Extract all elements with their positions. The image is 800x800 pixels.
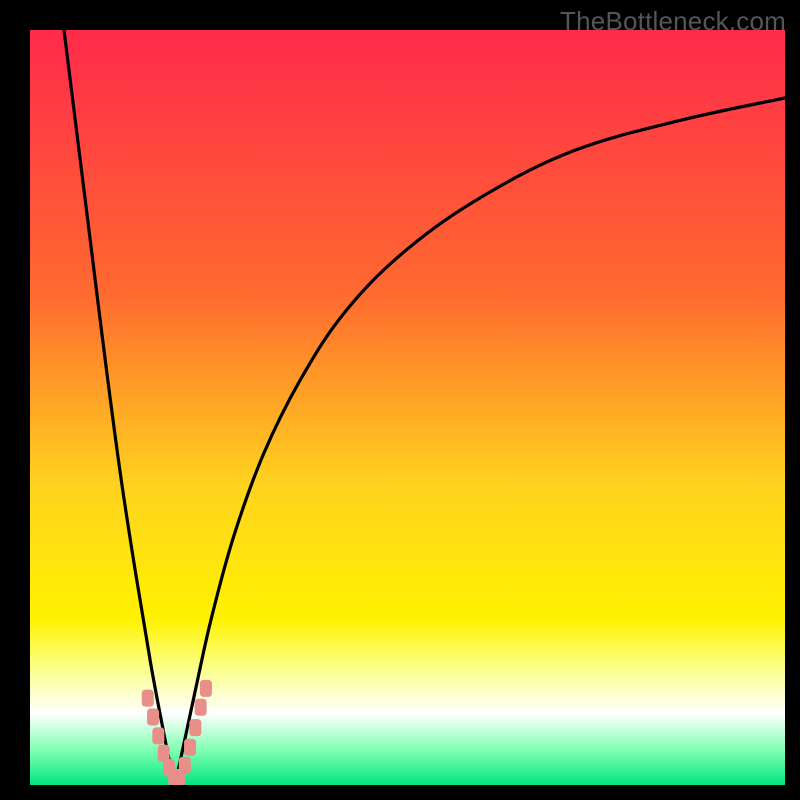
data-marker — [142, 690, 154, 707]
data-marker — [195, 699, 207, 716]
gradient-background — [30, 30, 785, 785]
data-marker — [179, 757, 191, 774]
plot-area — [30, 30, 785, 785]
data-marker — [147, 709, 159, 726]
data-marker — [189, 719, 201, 736]
data-marker — [200, 680, 212, 697]
data-marker — [152, 727, 164, 744]
watermark-text: TheBottleneck.com — [560, 6, 786, 37]
plot-svg — [30, 30, 785, 785]
bottleneck-chart: TheBottleneck.com — [0, 0, 800, 800]
data-marker — [184, 739, 196, 756]
